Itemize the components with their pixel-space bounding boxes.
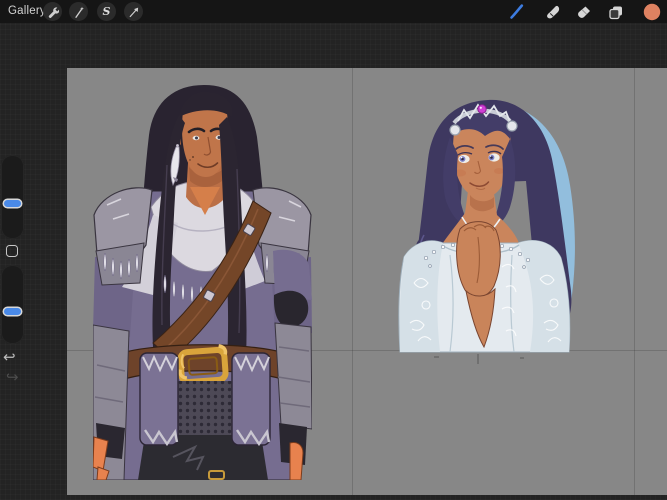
transform-button[interactable] [124,2,143,21]
smudge-tool-button[interactable] [543,2,562,21]
eraser-tool-button[interactable] [574,2,593,21]
sketch-marks [434,354,524,364]
drawing-canvas[interactable] [67,68,667,495]
procreate-workspace: Gallery S [0,0,667,500]
brush-size-slider[interactable] [1,155,24,239]
opacity-slider-handle[interactable] [4,308,21,315]
layers-icon [608,4,624,20]
smudge-icon [545,4,561,20]
top-toolbar: Gallery S [0,0,667,23]
transform-arrow-icon [128,6,140,18]
adjustments-button[interactable] [69,2,88,21]
modify-button[interactable] [6,245,18,257]
brush-size-slider-handle[interactable] [4,200,21,207]
magic-wand-icon [73,6,85,18]
redo-button[interactable]: ↪ [6,370,19,385]
paint-tool-button[interactable] [507,2,526,21]
eraser-icon [576,4,592,20]
selection-s-icon: S [103,6,111,17]
gallery-button[interactable]: Gallery [8,0,46,23]
undo-button[interactable]: ↩ [3,350,16,365]
sidebar-controls: ↩ ↪ [0,150,27,395]
vertical-guide-line [634,68,635,495]
color-button[interactable] [642,2,661,21]
opacity-slider[interactable] [1,265,24,344]
wrench-icon [47,6,59,18]
armored-man-artwork [93,85,312,480]
layers-button[interactable] [606,2,625,21]
selection-button[interactable]: S [97,2,116,21]
brush-icon [508,3,525,20]
actions-button[interactable] [43,2,62,21]
bride-artwork [398,95,588,367]
vertical-guide-line [352,68,353,495]
color-swatch [643,3,661,21]
